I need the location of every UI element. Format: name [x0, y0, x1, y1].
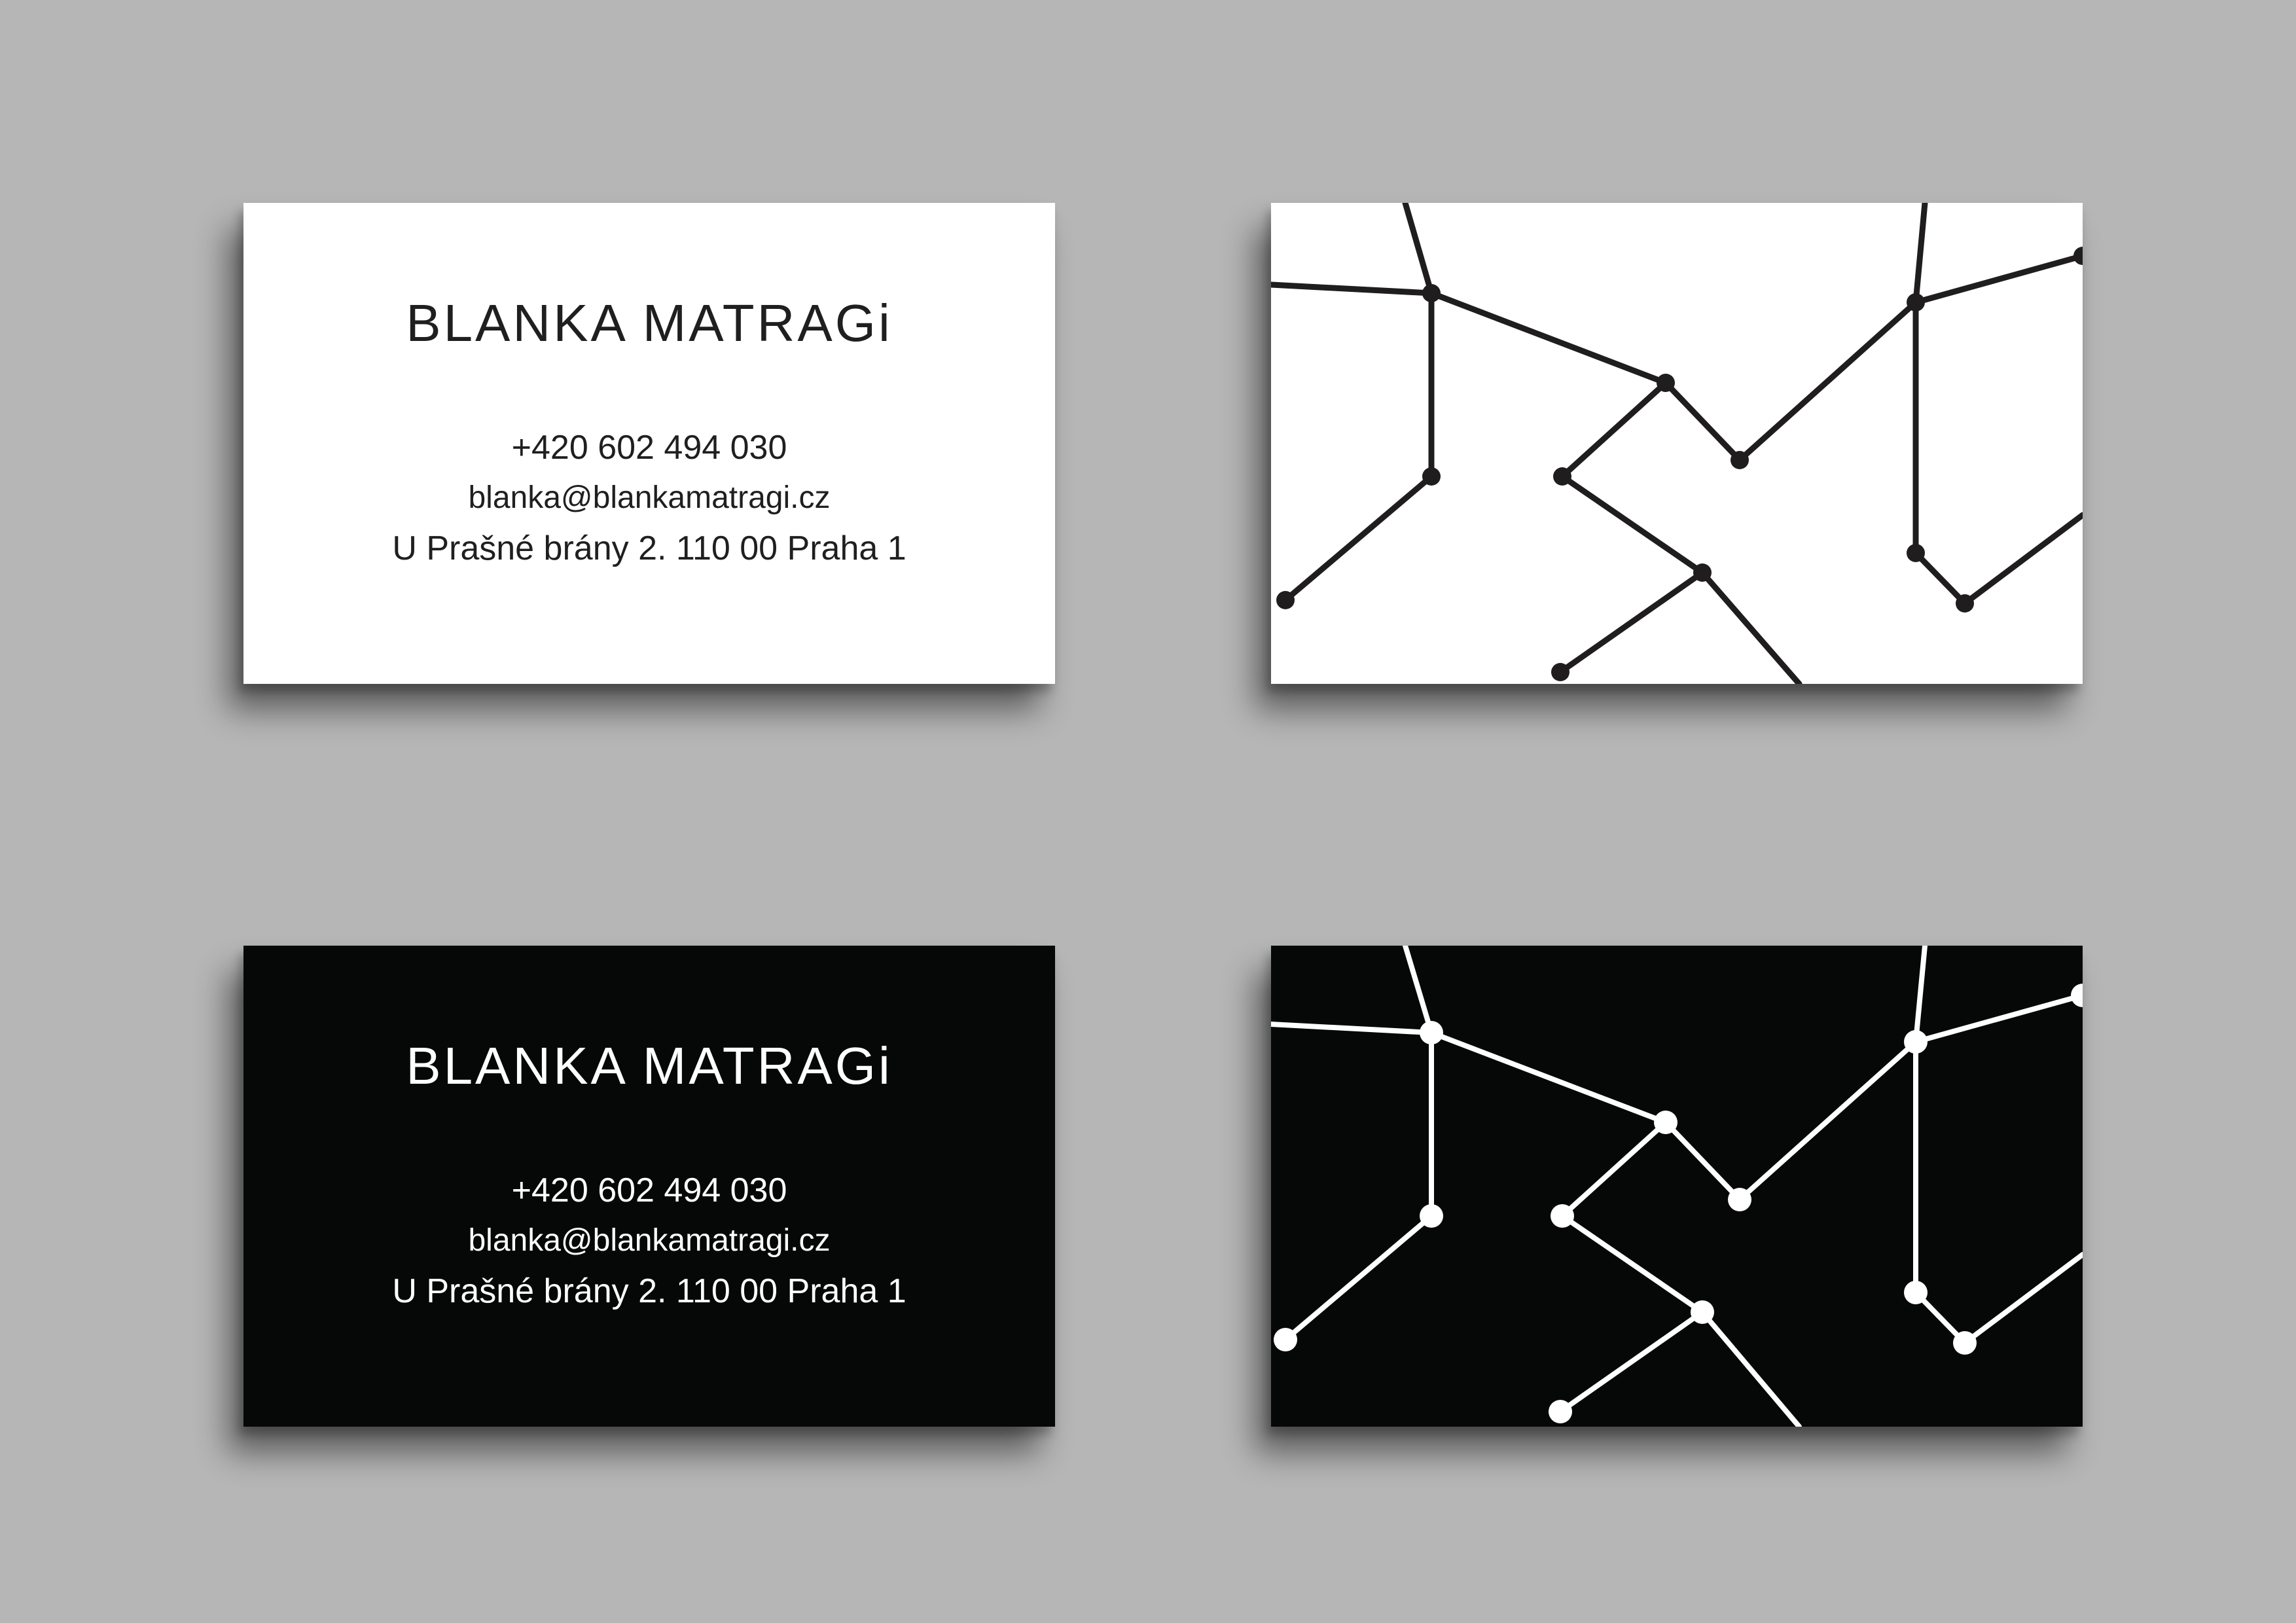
card-phone: +420 602 494 030: [511, 1171, 787, 1209]
network-node: [2073, 247, 2083, 265]
network-line: [1913, 1039, 2083, 1346]
card-name: BLANKA MATRAGi: [406, 294, 893, 352]
network-node: [1691, 1300, 1714, 1324]
network-node: [1553, 467, 1571, 486]
network-line: [1282, 290, 1435, 603]
network-node: [1904, 1281, 1928, 1304]
network-line: [1429, 946, 1928, 1202]
network-node: [1274, 1328, 1297, 1351]
network-node: [1422, 284, 1441, 302]
network-line: [1912, 299, 2083, 607]
business-card-back-black: [1271, 946, 2083, 1427]
mockup-background: BLANKA MATRAGi +420 602 494 030 blanka@b…: [0, 0, 2296, 1623]
card-contact-block: +420 602 494 030 blanka@blankamatragi.cz…: [243, 431, 1055, 565]
card-email: blanka@blankamatragi.cz: [468, 480, 831, 515]
network-node: [1420, 1204, 1443, 1228]
network-line: [1271, 203, 1435, 296]
card-name: BLANKA MATRAGi: [406, 1037, 893, 1095]
network-node: [1693, 563, 1712, 582]
network-node: [1907, 293, 1925, 312]
network-line: [1559, 380, 1803, 684]
network-node: [1904, 1030, 1928, 1054]
network-line: [1283, 1030, 1434, 1342]
network-node: [1422, 467, 1441, 486]
network-node: [1551, 663, 1570, 681]
network-line: [1560, 1120, 1802, 1427]
network-node: [1549, 1400, 1572, 1423]
network-node: [1420, 1021, 1443, 1044]
business-card-front-white: BLANKA MATRAGi +420 602 494 030 blanka@b…: [243, 203, 1055, 684]
network-line: [1558, 1310, 1705, 1414]
network-line: [1271, 946, 1434, 1035]
network-line: [1913, 993, 2083, 1044]
network-node: [1953, 1331, 1977, 1355]
business-card-front-black: BLANKA MATRAGi +420 602 494 030 blanka@b…: [243, 946, 1055, 1427]
card-contact-block: +420 602 494 030 blanka@blankamatragi.cz…: [243, 1173, 1055, 1308]
network-node: [1654, 1111, 1677, 1134]
network-node: [2071, 984, 2083, 1007]
network-line: [1912, 253, 2083, 306]
card-email: blanka@blankamatragi.cz: [468, 1223, 831, 1258]
network-lines-pattern-icon: [1271, 203, 2083, 684]
network-node: [1956, 594, 1974, 613]
network-lines-pattern-icon: [1271, 946, 2083, 1427]
network-line: [1557, 569, 1706, 675]
network-node: [1907, 544, 1925, 562]
network-node: [1731, 451, 1749, 469]
network-line: [1428, 203, 1928, 463]
business-card-back-white: [1271, 203, 2083, 684]
card-address: U Prašné brány 2. 110 00 Praha 1: [392, 529, 906, 567]
network-node: [1657, 374, 1675, 392]
card-address: U Prašné brány 2. 110 00 Praha 1: [392, 1272, 906, 1310]
card-phone: +420 602 494 030: [511, 429, 787, 467]
network-node: [1551, 1204, 1574, 1228]
network-node: [1728, 1188, 1751, 1211]
network-node: [1276, 591, 1295, 609]
